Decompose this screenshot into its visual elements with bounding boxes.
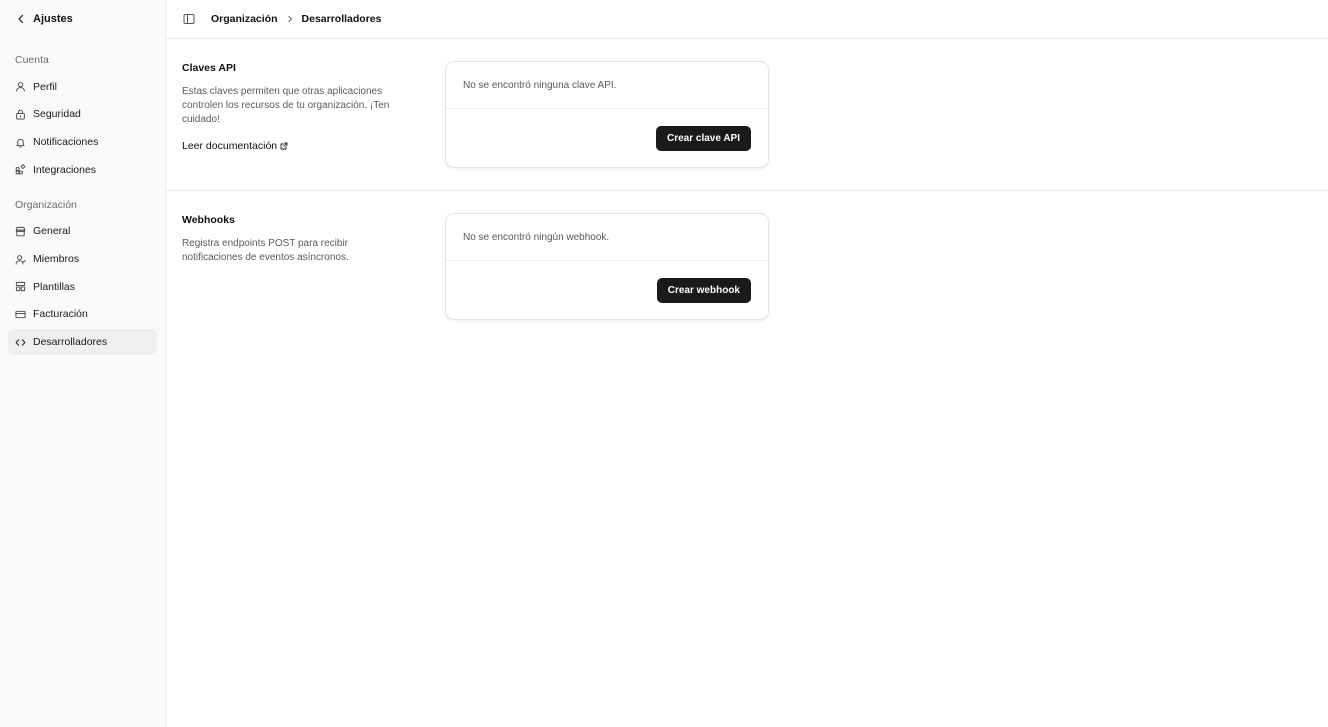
sidebar-item-label: Integraciones bbox=[33, 163, 97, 176]
webhooks-card-footer: Crear webhook bbox=[446, 261, 768, 319]
store-icon bbox=[15, 226, 26, 237]
section-title: Claves API bbox=[182, 62, 236, 74]
group-label-organizacion: Organización bbox=[15, 198, 77, 211]
layout-icon bbox=[15, 282, 26, 292]
webhooks-card: No se encontró ningún webhook. Crear web… bbox=[445, 213, 769, 320]
create-api-key-button[interactable]: Crear clave API bbox=[655, 125, 751, 151]
sidebar-item-label: Facturación bbox=[33, 308, 88, 321]
api-keys-empty-state: No se encontró ninguna clave API. bbox=[446, 62, 768, 109]
sidebar-item-label: Desarrolladores bbox=[33, 336, 108, 349]
section-description: Registra endpoints POST para recibir not… bbox=[182, 238, 349, 263]
read-docs-label: Leer documentación bbox=[182, 140, 278, 152]
sidebar-item-general[interactable]: General bbox=[8, 219, 157, 245]
sidebar-item-label: Perfil bbox=[33, 80, 57, 93]
group-label-cuenta: Cuenta bbox=[15, 54, 49, 66]
sidebar-item-integraciones[interactable]: Integraciones bbox=[8, 157, 157, 183]
bell-icon bbox=[16, 138, 25, 147]
breadcrumb-organizacion[interactable]: Organización bbox=[211, 13, 278, 25]
api-keys-section: Claves API Estas claves permiten que otr… bbox=[166, 39, 1328, 191]
external-link-icon bbox=[280, 142, 288, 150]
credit-card-icon bbox=[15, 310, 26, 319]
sidebar-item-label: General bbox=[33, 225, 71, 238]
section-title: Webhooks bbox=[182, 214, 235, 226]
top-bar: Organización Desarrolladores bbox=[166, 0, 1328, 39]
sidebar: Ajustes Cuenta Perfil Seguridad Notifica… bbox=[0, 0, 166, 727]
breadcrumb-desarrolladores: Desarrolladores bbox=[301, 13, 382, 25]
sidebar-item-notificaciones[interactable]: Notificaciones bbox=[8, 129, 157, 155]
api-keys-info: Claves API Estas claves permiten que otr… bbox=[182, 61, 445, 168]
back-label: Ajustes bbox=[33, 13, 73, 25]
section-description: Estas claves permiten que otras aplicaci… bbox=[182, 86, 390, 125]
webhooks-empty-state: No se encontró ningún webhook. bbox=[446, 214, 768, 261]
sidebar-item-label: Seguridad bbox=[33, 108, 81, 121]
sidebar-item-label: Notificaciones bbox=[33, 136, 99, 149]
back-button[interactable]: Ajustes bbox=[8, 0, 157, 38]
create-webhook-button[interactable]: Crear webhook bbox=[656, 277, 751, 303]
sidebar-item-seguridad[interactable]: Seguridad bbox=[8, 102, 157, 128]
sidebar-item-plantillas[interactable]: Plantillas bbox=[8, 274, 157, 300]
read-docs-link[interactable]: Leer documentación bbox=[182, 140, 288, 152]
users-icon bbox=[15, 254, 26, 265]
sidebar-item-miembros[interactable]: Miembros bbox=[8, 246, 157, 272]
webhooks-section: Webhooks Registra endpoints POST para re… bbox=[166, 191, 1328, 342]
sidebar-item-label: Plantillas bbox=[33, 280, 76, 293]
app: Ajustes Cuenta Perfil Seguridad Notifica… bbox=[0, 0, 1328, 727]
api-keys-card-footer: Crear clave API bbox=[446, 109, 768, 167]
breadcrumb: Organización Desarrolladores bbox=[211, 13, 381, 25]
chevron-right-icon bbox=[287, 15, 292, 23]
sidebar-item-perfil[interactable]: Perfil bbox=[8, 74, 157, 100]
sidebar-item-desarrolladores[interactable]: Desarrolladores bbox=[8, 329, 157, 355]
code-icon bbox=[15, 338, 26, 346]
puzzle-icon bbox=[15, 164, 26, 175]
chevron-left-icon bbox=[18, 14, 24, 24]
sidebar-item-label: Miembros bbox=[33, 253, 80, 265]
lock-icon bbox=[16, 109, 25, 120]
main-content: Organización Desarrolladores Claves API … bbox=[166, 0, 1328, 727]
webhooks-info: Webhooks Registra endpoints POST para re… bbox=[182, 213, 445, 320]
sidebar-toggle-icon[interactable] bbox=[183, 13, 195, 25]
user-icon bbox=[16, 82, 25, 92]
sidebar-item-facturacion[interactable]: Facturación bbox=[8, 302, 157, 328]
api-keys-card: No se encontró ninguna clave API. Crear … bbox=[445, 61, 769, 168]
